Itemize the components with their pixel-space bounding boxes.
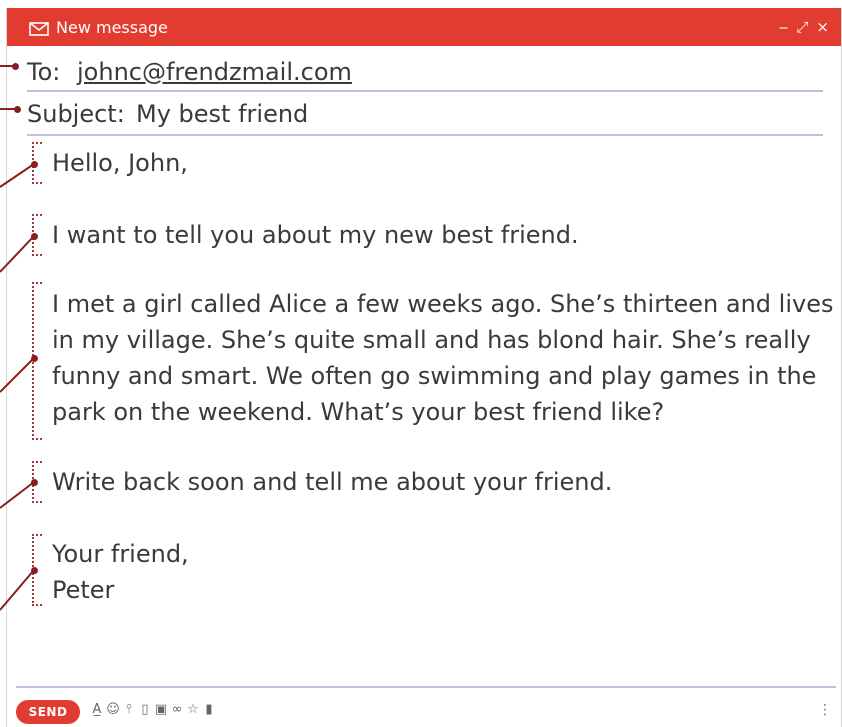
font-format-icon[interactable]: A̲ bbox=[90, 702, 104, 717]
to-input[interactable]: johnc@frendzmail.com bbox=[77, 58, 352, 86]
signoff-dot bbox=[31, 567, 38, 574]
body-main: I met a girl called Alice a few weeks ag… bbox=[52, 286, 833, 430]
formatting-toolbar: A̲ ☺ ⫯ ▯ ▣ ∞ ☆ ▮ bbox=[90, 702, 216, 717]
close-icon[interactable]: × bbox=[816, 18, 829, 36]
body-signoff: Your friend, Peter bbox=[52, 536, 189, 608]
body-main-line: funny and smart. We often go swimming an… bbox=[52, 362, 817, 390]
subject-field[interactable]: Subject: My best friend bbox=[27, 100, 823, 136]
link-icon[interactable]: ∞ bbox=[170, 702, 184, 717]
image-icon[interactable]: ▣ bbox=[154, 702, 168, 717]
body-main-line: park on the weekend. What’s your best fr… bbox=[52, 398, 665, 426]
emoji-icon[interactable]: ☺ bbox=[106, 702, 120, 717]
footer-divider bbox=[16, 686, 836, 688]
subject-input[interactable]: My best friend bbox=[136, 100, 308, 128]
to-label: To: bbox=[27, 58, 61, 86]
window-controls: ‒ ⤢ × bbox=[779, 18, 829, 36]
minimize-icon[interactable]: ‒ bbox=[779, 18, 789, 36]
signoff-name: Peter bbox=[52, 576, 115, 604]
expand-icon[interactable]: ⤢ bbox=[796, 18, 808, 36]
star-icon[interactable]: ☆ bbox=[186, 702, 200, 717]
send-button[interactable]: SEND bbox=[16, 700, 80, 724]
signoff-line: Your friend, bbox=[52, 540, 189, 568]
body-greeting: Hello, John, bbox=[52, 149, 188, 177]
body-closing: Write back soon and tell me about your f… bbox=[52, 468, 613, 496]
body-main-line: in my village. She’s quite small and has… bbox=[52, 326, 811, 354]
envelope-icon bbox=[29, 21, 49, 36]
to-dot bbox=[12, 63, 19, 70]
to-field[interactable]: To: johnc@frendzmail.com bbox=[27, 54, 823, 92]
subject-dot bbox=[14, 106, 21, 113]
more-vertical-icon[interactable]: ⋮ bbox=[818, 702, 832, 718]
attach-icon[interactable]: ⫯ bbox=[122, 702, 136, 717]
drive-icon[interactable]: ▯ bbox=[138, 702, 152, 717]
trash-icon[interactable]: ▮ bbox=[202, 702, 216, 717]
subject-label: Subject: bbox=[27, 100, 125, 128]
main-dot bbox=[31, 355, 38, 362]
intro-dot bbox=[31, 233, 38, 240]
window-title: New message bbox=[56, 18, 168, 37]
greeting-dot bbox=[31, 161, 38, 168]
body-intro: I want to tell you about my new best fri… bbox=[52, 221, 579, 249]
body-main-line: I met a girl called Alice a few weeks ag… bbox=[52, 290, 834, 318]
closing-dot bbox=[31, 479, 38, 486]
title-bar: New message ‒ ⤢ × bbox=[7, 8, 841, 46]
